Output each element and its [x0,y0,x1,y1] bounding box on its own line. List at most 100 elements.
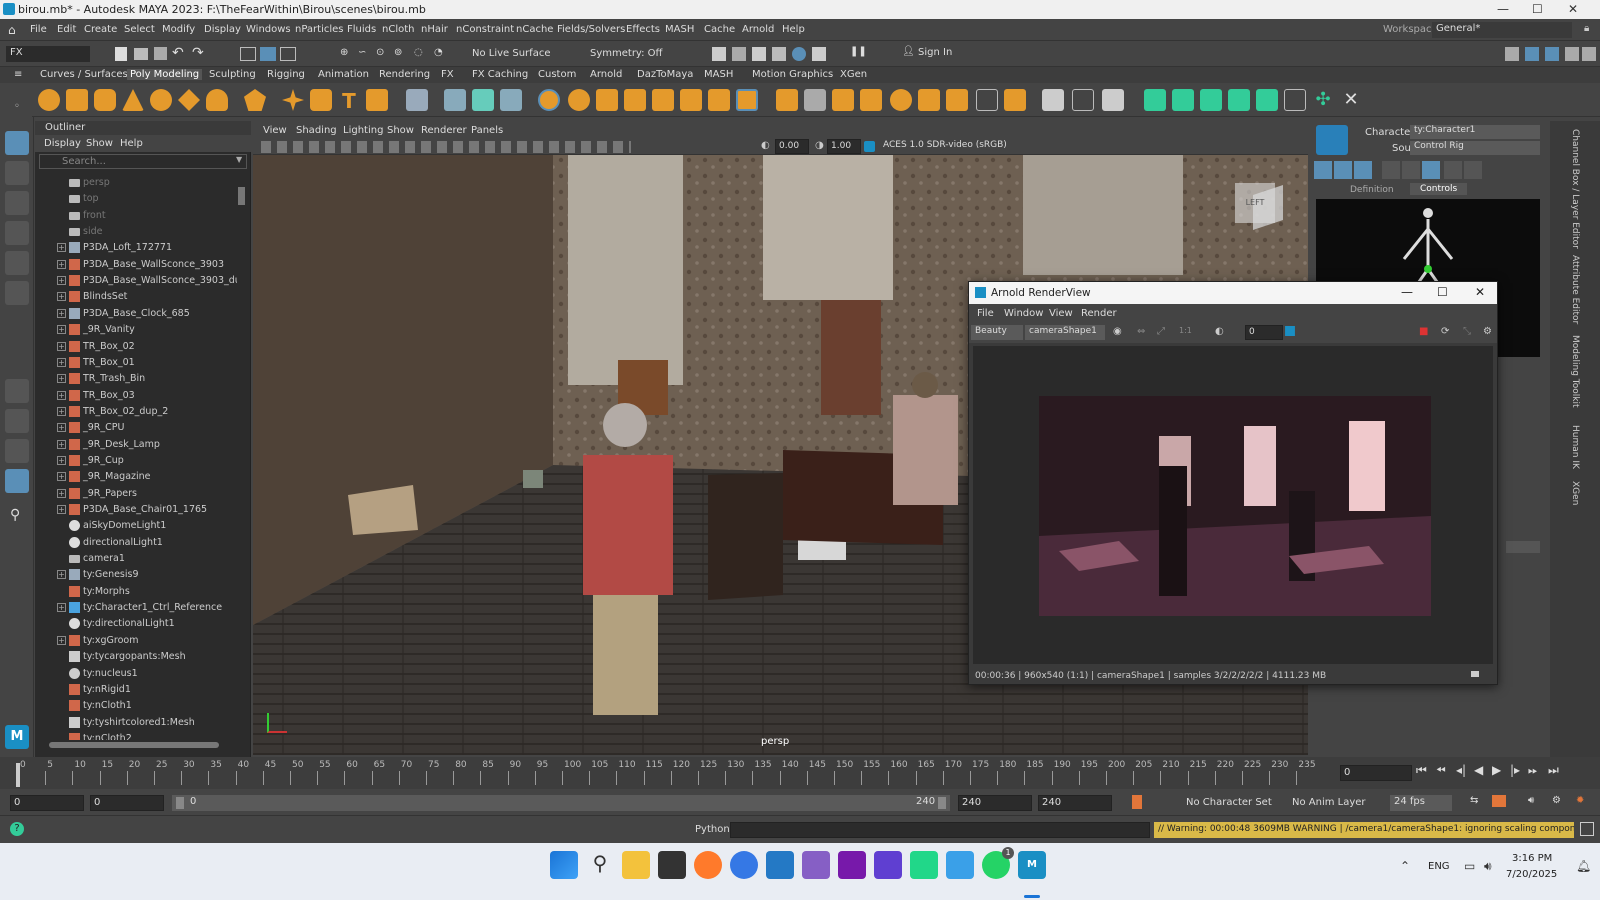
outliner-item[interactable]: ty:directionalLight1 [35,616,235,632]
sign-in-dropdown[interactable]: Sign In [914,46,1008,62]
loop-icon[interactable]: ⇆ [1470,795,1478,806]
vscode-icon[interactable] [766,851,794,879]
viewport-menu-panels[interactable]: Panels [471,125,503,136]
triangulate-icon[interactable] [946,89,968,111]
attribute-editor-icon[interactable] [1545,47,1559,61]
one-to-one-icon[interactable]: 1:1 [1179,326,1192,335]
menu-display[interactable]: Display [204,24,241,35]
viewport-menu-renderer[interactable]: Renderer [421,125,467,136]
volume-icon[interactable]: 🔊︎ [1484,859,1492,874]
menu-select[interactable]: Select [124,24,155,35]
arnold-title-bar[interactable]: Arnold RenderView — ☐ ✕ [969,282,1497,304]
channel-box-icon[interactable] [1525,47,1539,61]
exposure-icon[interactable]: ◐ [761,140,770,151]
fps-dropdown[interactable]: 24 fps [1390,795,1452,811]
cache-playback-icon[interactable] [1492,795,1506,807]
uv-editor-icon[interactable] [976,89,998,111]
expand-icon[interactable]: + [57,276,66,286]
terminal-icon[interactable] [658,851,686,879]
crease-icon[interactable] [1072,89,1094,111]
outliner-item[interactable]: ty:tycargopants:Mesh [35,649,235,665]
smooth-icon[interactable] [500,89,522,111]
select-object-icon[interactable] [260,47,276,61]
outliner-item[interactable]: + P3DA_Base_WallSconce_3903 [35,257,235,273]
outliner-hscroll-thumb[interactable] [49,742,219,748]
expand-icon[interactable]: + [57,603,66,613]
play-backwards-icon[interactable]: ◀ [1474,763,1483,777]
open-scene-icon[interactable] [134,48,148,60]
snap-grid-icon[interactable]: ⊕ [340,47,348,58]
poly-cube-icon[interactable] [66,89,88,111]
command-input[interactable] [730,822,1150,838]
home-icon[interactable]: ⌂ [8,23,16,37]
chrome-icon[interactable] [730,851,758,879]
poly-plane-icon[interactable] [178,89,200,111]
expand-icon[interactable]: + [57,455,66,465]
make-live-icon[interactable] [832,89,854,111]
shelf-tab-poly-modeling[interactable]: Poly Modeling [127,69,203,80]
menu-arnold[interactable]: Arnold [742,24,774,35]
shelf-tab-fx[interactable]: FX [441,69,454,80]
current-frame-marker[interactable] [16,763,20,787]
refresh-icon[interactable]: ⟳ [1441,326,1449,337]
poly-disc-icon[interactable] [206,89,228,111]
outliner-vscroll-thumb[interactable] [238,187,245,205]
onenote-icon[interactable] [838,851,866,879]
separate-icon[interactable] [472,89,494,111]
ncache-icon[interactable] [1228,89,1250,111]
viewport-menu-shading[interactable]: Shading [296,125,337,136]
menu-mash[interactable]: MASH [665,24,694,35]
outliner-item[interactable]: ty:nCloth1 [35,698,235,714]
expand-icon[interactable]: + [57,325,66,335]
go-to-end-icon[interactable]: ⏭ [1548,763,1559,778]
arnold-menu-window[interactable]: Window [1004,308,1043,319]
tray-chevron-icon[interactable]: ⌃ [1400,859,1410,873]
range-handle-left[interactable] [176,797,184,809]
expand-icon[interactable]: + [57,374,66,384]
expand-icon[interactable]: ⤢ [1157,326,1165,337]
render-settings-icon[interactable] [772,47,786,61]
color-space-dropdown[interactable]: ACES 1.0 SDR-video (sRGB) [879,139,1021,154]
color-management-icon[interactable] [864,141,875,152]
current-frame-field[interactable]: 0 [1340,765,1412,781]
outliner-menu-help[interactable]: Help [120,138,143,149]
pause-icon[interactable]: ❚❚ [850,46,867,57]
key-all-icon[interactable] [1444,161,1462,179]
outliner-item[interactable]: + _9R_Papers [35,486,235,502]
outliner-vscroll[interactable] [237,175,247,740]
outliner-item[interactable]: + _9R_Cup [35,453,235,469]
outliner-item[interactable]: directionalLight1 [35,535,235,551]
expand-icon[interactable]: + [57,357,66,367]
menuset-dropdown[interactable]: FX [6,46,90,62]
range-handle-right[interactable] [938,797,946,809]
paint-weights-icon[interactable] [1042,89,1064,111]
nucleus-icon[interactable] [1284,89,1306,111]
go-to-start-icon[interactable]: ⏮ [1416,763,1427,778]
expand-icon[interactable]: + [57,406,66,416]
reduce-icon[interactable] [890,89,912,111]
menu-modify[interactable]: Modify [162,24,195,35]
rotate-tool-icon[interactable] [5,251,29,275]
maximize-icon[interactable]: ☐ [1532,2,1543,16]
outliner-item[interactable]: + P3DA_Base_WallSconce_3903_dup_2 [35,273,237,289]
outliner-item[interactable]: + ty:xgGroom [35,633,235,649]
shelf-tab-xgen[interactable]: XGen [840,69,867,80]
outliner-item[interactable]: + TR_Box_02 [35,339,235,355]
auto-key-icon[interactable] [1132,795,1142,809]
camera-dropdown[interactable]: cameraShape1 [1025,325,1105,340]
outliner-item[interactable]: + _9R_Desk_Lamp [35,437,235,453]
source-dropdown[interactable]: Control Rig [1410,141,1540,155]
expand-icon[interactable]: + [57,341,66,351]
menu-file[interactable]: File [30,24,47,35]
visual-studio-icon[interactable] [802,851,830,879]
shelf-menu-icon[interactable]: ≡ [14,69,22,80]
arnold-maximize-icon[interactable]: ☐ [1437,285,1448,299]
new-scene-icon[interactable] [115,47,127,61]
shelf-tab-arnold[interactable]: Arnold [590,69,622,80]
ipr-render-icon[interactable] [752,47,766,61]
tab-human-ik[interactable]: Human IK [1570,425,1580,469]
outliner-layout-icon[interactable] [5,469,29,493]
step-back-frame-icon[interactable]: ◂| [1456,763,1466,777]
poly-sphere-icon[interactable] [38,89,60,111]
tool-settings-icon[interactable] [1565,47,1579,61]
